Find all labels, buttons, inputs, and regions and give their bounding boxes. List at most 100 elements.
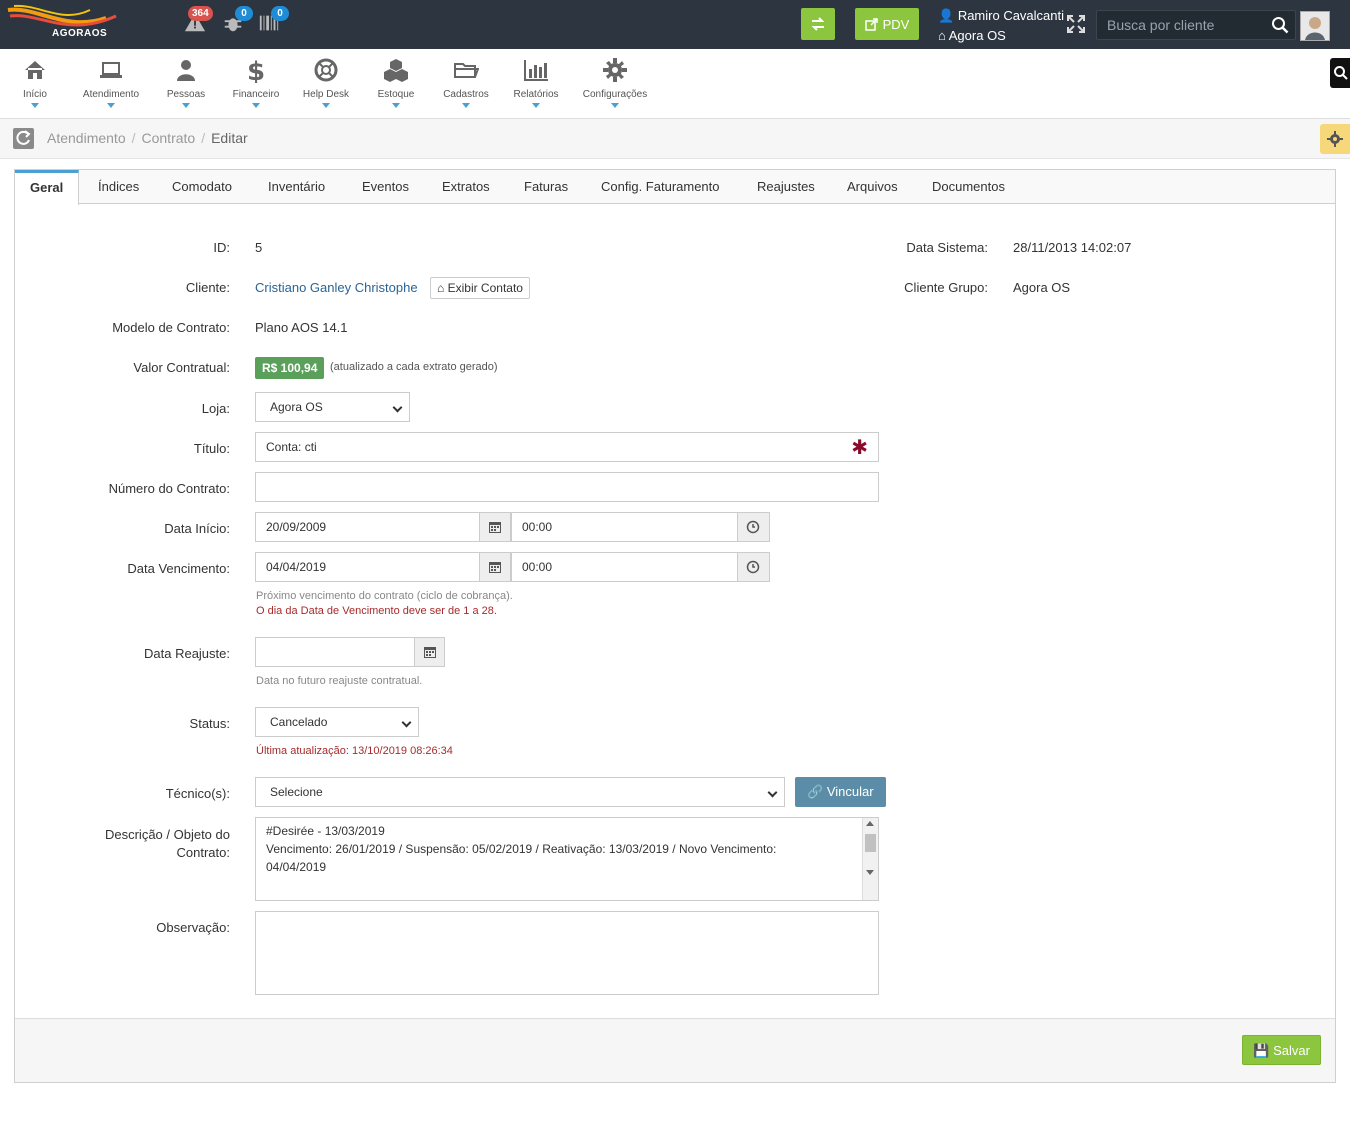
data-inicio-calendar-button[interactable] bbox=[479, 512, 511, 542]
modelo-value: Plano AOS 14.1 bbox=[255, 320, 348, 335]
contract-edit-panel: Geral Índices Comodato Inventário Evento… bbox=[14, 169, 1336, 1083]
tecnico-select[interactable]: Selecione bbox=[255, 777, 785, 807]
switch-button[interactable] bbox=[801, 8, 835, 40]
vincular-button[interactable]: 🔗 Vincular bbox=[795, 777, 886, 807]
tab-documentos[interactable]: Documentos bbox=[917, 170, 1020, 204]
gear-icon bbox=[603, 58, 627, 82]
observacao-textarea[interactable] bbox=[255, 911, 879, 995]
barcode-notification[interactable]: 0 bbox=[258, 6, 289, 38]
tab-extratos[interactable]: Extratos bbox=[427, 170, 505, 204]
clock-icon bbox=[746, 520, 760, 534]
chevron-down-icon bbox=[252, 103, 260, 108]
nav-help-desk[interactable]: Help Desk bbox=[300, 57, 352, 108]
data-inicio-time-input[interactable]: 00:00 bbox=[511, 512, 738, 542]
chevron-down-icon bbox=[401, 717, 412, 728]
nav-label: Relatórios bbox=[513, 89, 559, 100]
valor-badge: R$ 100,94 bbox=[255, 357, 325, 379]
nav-label: Financeiro bbox=[232, 89, 280, 100]
link-icon: 🔗 bbox=[807, 784, 824, 799]
exibir-contato-button[interactable]: ⌂ Exibir Contato bbox=[430, 277, 530, 299]
status-select[interactable]: Cancelado bbox=[255, 707, 419, 737]
data-venc-label: Data Vencimento: bbox=[127, 561, 230, 576]
descricao-scrollbar[interactable] bbox=[862, 818, 878, 900]
data-reajuste-input[interactable] bbox=[255, 637, 415, 667]
data-venc-help: Próximo vencimento do contrato (ciclo de… bbox=[256, 590, 513, 602]
data-venc-date: 04/04/2019 bbox=[266, 560, 327, 574]
nav-financeiro[interactable]: $ Financeiro bbox=[229, 57, 283, 108]
loja-select[interactable]: Agora OS bbox=[255, 392, 410, 422]
tab-inventario[interactable]: Inventário bbox=[253, 170, 340, 204]
data-inicio-date-input[interactable]: 20/09/2009 bbox=[255, 512, 480, 542]
descricao-textarea[interactable]: #Desirée - 13/03/2019 Vencimento: 26/01/… bbox=[255, 817, 879, 901]
salvar-label: Salvar bbox=[1273, 1043, 1310, 1058]
search-icon[interactable] bbox=[1271, 16, 1289, 34]
data-venc-clock-button[interactable] bbox=[737, 552, 770, 582]
titulo-label: Título: bbox=[193, 441, 230, 456]
nav-relatorios[interactable]: Relatórios bbox=[510, 57, 562, 108]
descricao-label: Descrição / Objeto do Contrato: bbox=[15, 826, 230, 862]
tab-arquivos[interactable]: Arquivos bbox=[832, 170, 913, 204]
nav-atendimento[interactable]: Atendimento bbox=[78, 57, 144, 108]
pdv-button[interactable]: PDV bbox=[855, 8, 919, 40]
scroll-thumb[interactable] bbox=[865, 834, 876, 852]
data-inicio-time: 00:00 bbox=[522, 520, 553, 534]
tab-faturas[interactable]: Faturas bbox=[509, 170, 583, 204]
alerts-notification[interactable]: 364 bbox=[184, 6, 213, 38]
scroll-up-icon[interactable] bbox=[866, 821, 874, 826]
nav-label: Help Desk bbox=[302, 89, 350, 100]
data-inicio-clock-button[interactable] bbox=[737, 512, 770, 542]
data-venc-time-input[interactable]: 00:00 bbox=[511, 552, 738, 582]
nav-label: Pessoas bbox=[166, 89, 206, 100]
nav-inicio[interactable]: Início bbox=[21, 57, 49, 108]
descricao-line1: #Desirée - 13/03/2019 bbox=[266, 824, 385, 838]
data-inicio-date: 20/09/2009 bbox=[266, 520, 327, 534]
data-reajuste-help: Data no futuro reajuste contratual. bbox=[256, 675, 423, 687]
refresh-button[interactable] bbox=[13, 128, 34, 149]
numero-input[interactable] bbox=[255, 472, 879, 502]
data-venc-error: O dia da Data de Vencimento deve ser de … bbox=[256, 605, 497, 617]
salvar-button[interactable]: 💾 Salvar bbox=[1242, 1035, 1321, 1065]
data-reajuste-label: Data Reajuste: bbox=[144, 646, 230, 661]
modelo-label: Modelo de Contrato: bbox=[112, 320, 230, 335]
top-bar: AGORAOS 364 0 0 PDV 👤 Ramiro Cavalcanti … bbox=[0, 0, 1350, 49]
tab-eventos[interactable]: Eventos bbox=[347, 170, 424, 204]
nav-estoque[interactable]: Estoque bbox=[375, 57, 417, 108]
cliente-label: Cliente: bbox=[185, 280, 230, 295]
cliente-grupo-label: Cliente Grupo: bbox=[904, 280, 988, 295]
agoraos-logo[interactable]: AGORAOS bbox=[6, 4, 122, 42]
breadcrumb-contrato[interactable]: Contrato bbox=[142, 130, 196, 146]
data-venc-calendar-button[interactable] bbox=[479, 552, 511, 582]
bugs-badge: 0 bbox=[235, 6, 253, 21]
data-reajuste-calendar-button[interactable] bbox=[414, 637, 445, 667]
nav-pessoas[interactable]: Pessoas bbox=[164, 57, 208, 108]
data-venc-date-input[interactable]: 04/04/2019 bbox=[255, 552, 480, 582]
cubes-icon bbox=[384, 59, 408, 82]
user-info[interactable]: 👤 Ramiro Cavalcanti ⌂ Agora OS bbox=[938, 6, 1064, 46]
descricao-label-line1: Descrição / Objeto do bbox=[104, 827, 230, 842]
titulo-input[interactable]: Conta: cti ✱ bbox=[255, 432, 879, 462]
nav-cadastros[interactable]: Cadastros bbox=[440, 57, 492, 108]
nav-configuracoes[interactable]: Configurações bbox=[581, 57, 649, 108]
fullscreen-icon[interactable] bbox=[1066, 14, 1086, 34]
tab-reajustes[interactable]: Reajustes bbox=[742, 170, 830, 204]
tab-config-faturamento[interactable]: Config. Faturamento bbox=[586, 170, 735, 204]
vincular-label: Vincular bbox=[826, 784, 874, 799]
search-input[interactable] bbox=[1107, 17, 1267, 33]
status-note: Última atualização: 13/10/2019 08:26:34 bbox=[256, 745, 453, 757]
cliente-link[interactable]: Cristiano Ganley Christophe bbox=[255, 280, 418, 295]
cliente-grupo-value: Agora OS bbox=[1013, 280, 1071, 295]
breadcrumb: Atendimento / Contrato / Editar bbox=[47, 130, 248, 146]
tab-comodato[interactable]: Comodato bbox=[157, 170, 247, 204]
main-navigation: Início Atendimento Pessoas $ Financeiro … bbox=[0, 49, 1350, 119]
tab-geral[interactable]: Geral bbox=[15, 170, 80, 205]
descricao-line2: Vencimento: 26/01/2019 / Suspensão: 05/0… bbox=[266, 842, 777, 856]
tab-indices[interactable]: Índices bbox=[83, 170, 154, 204]
descricao-label-line2: Contrato: bbox=[176, 845, 230, 860]
scroll-down-icon[interactable] bbox=[866, 870, 874, 875]
bugs-notification[interactable]: 0 bbox=[222, 6, 253, 38]
avatar[interactable] bbox=[1300, 11, 1330, 41]
nav-label: Início bbox=[23, 89, 47, 100]
side-search-tab[interactable] bbox=[1330, 58, 1350, 88]
settings-tab[interactable] bbox=[1320, 124, 1350, 154]
breadcrumb-atendimento[interactable]: Atendimento bbox=[47, 130, 126, 146]
